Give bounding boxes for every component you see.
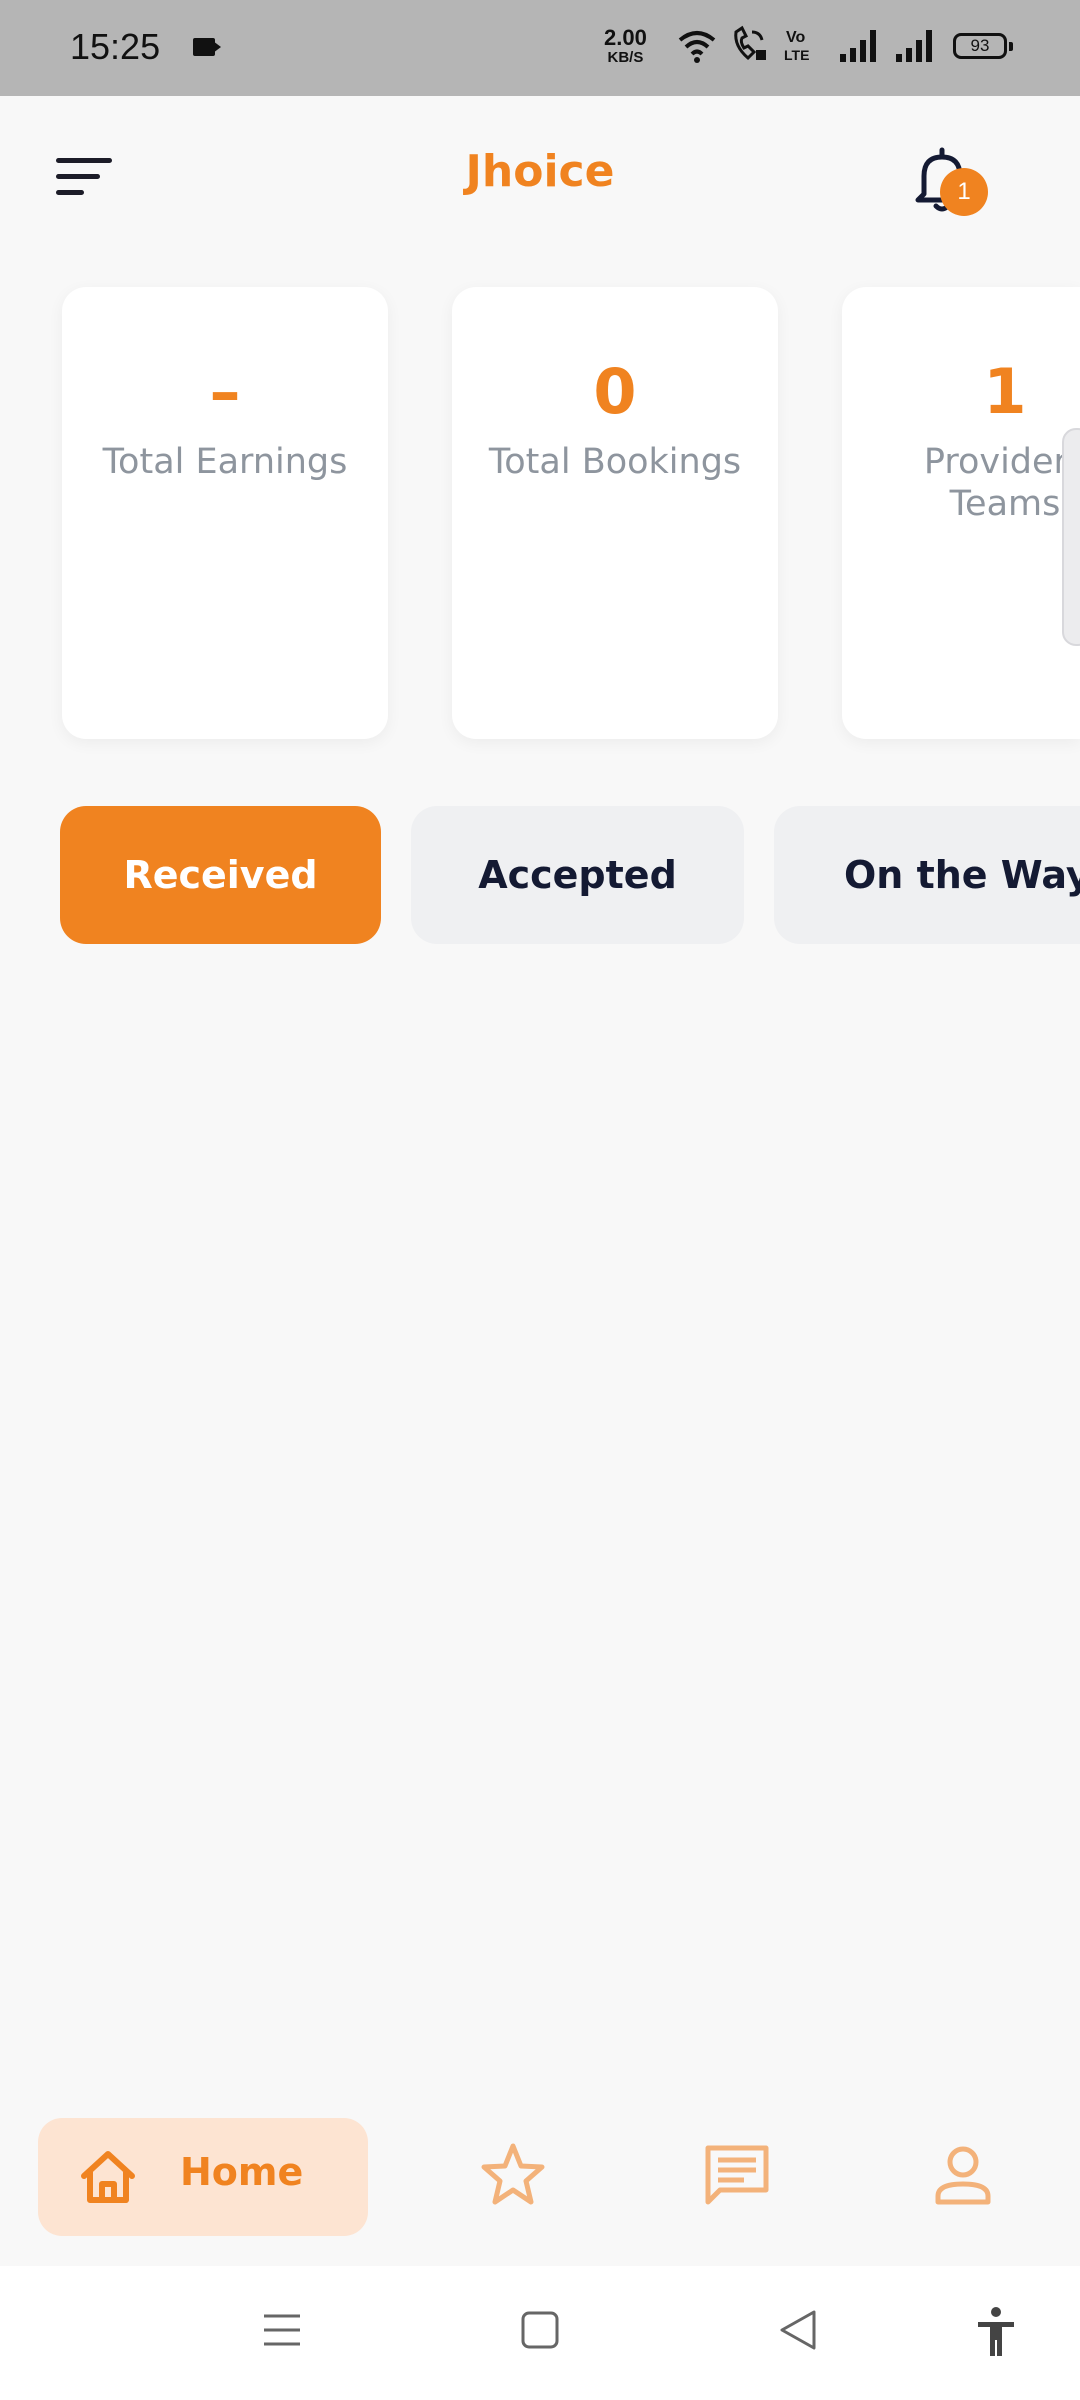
network-speed: 2.00 KB/S <box>604 25 647 68</box>
notification-badge: 1 <box>940 168 988 216</box>
signal-icon-2 <box>896 30 932 62</box>
network-speed-value: 2.00 <box>604 25 647 50</box>
bottom-nav: Home <box>0 2100 1080 2266</box>
tab-received[interactable]: Received <box>60 806 381 944</box>
network-speed-unit: KB/S <box>607 49 644 66</box>
stat-label: Providers Teams <box>923 442 1080 524</box>
svg-text:LTE: LTE <box>784 47 809 63</box>
volte-icon: Vo LTE <box>784 29 809 63</box>
battery-icon: 93 <box>953 33 1013 59</box>
wifi-calling-icon <box>734 25 766 61</box>
back-icon[interactable] <box>778 2306 818 2354</box>
system-nav-bar <box>0 2266 1080 2400</box>
stat-value: 0 <box>593 355 637 428</box>
home-icon <box>81 2151 135 2203</box>
wifi-icon <box>678 31 716 63</box>
profile-icon[interactable] <box>928 2140 998 2210</box>
status-time: 15:25 <box>70 26 161 67</box>
accessibility-icon[interactable] <box>976 2306 1016 2358</box>
tab-on-the-way[interactable]: On the Way <box>774 806 1080 944</box>
notification-button[interactable]: 1 <box>912 144 992 224</box>
nav-home-button[interactable]: Home <box>38 2118 368 2236</box>
nav-home-label: Home <box>180 2150 304 2194</box>
signal-icon <box>840 30 876 62</box>
status-bar: 15:25 2.00 KB/S Vo LTE 93 <box>0 0 1080 96</box>
tab-accepted[interactable]: Accepted <box>411 806 744 944</box>
stat-value: 1 <box>983 355 1027 428</box>
stat-label: Total Earnings <box>102 442 348 482</box>
home-square-icon[interactable] <box>520 2306 560 2354</box>
star-icon[interactable] <box>478 2140 548 2210</box>
stat-card-providers[interactable]: 1 Providers Teams <box>842 287 1080 739</box>
chat-icon[interactable] <box>702 2140 772 2210</box>
stat-card-bookings[interactable]: 0 Total Bookings <box>452 287 778 739</box>
app-header: Jhoice 1 <box>0 96 1080 256</box>
video-camera-icon <box>193 38 221 56</box>
scroll-handle[interactable] <box>1062 428 1080 646</box>
stat-label: Total Bookings <box>488 442 742 482</box>
svg-text:Vo: Vo <box>786 29 805 46</box>
recents-icon[interactable] <box>262 2306 302 2354</box>
stat-card-earnings[interactable]: – Total Earnings <box>62 287 388 739</box>
stat-value: – <box>209 355 241 428</box>
